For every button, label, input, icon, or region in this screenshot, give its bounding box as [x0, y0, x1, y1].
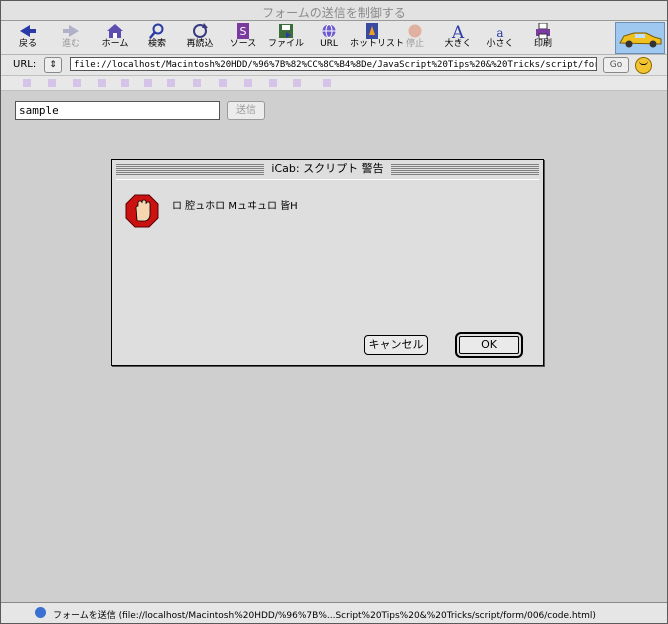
dialog-body: ロ 腔ュホロ Mュヰュロ 皆H キャンセル OK	[116, 179, 539, 362]
search-label: 検索	[147, 39, 166, 49]
title-bar[interactable]: フォームの送信を制御する	[1, 1, 667, 21]
status-bar: フォームを送信 (file://localhost/Macintosh%20HD…	[1, 602, 667, 623]
url-bar: URL: ⇕ file://localhost/Macintosh%20HDD/…	[1, 55, 667, 76]
nav-edit-icon[interactable]	[219, 79, 227, 87]
status-text: フォームを送信 (file://localhost/Macintosh%20HD…	[53, 611, 596, 621]
nav-copyright-icon[interactable]	[269, 79, 277, 87]
printer-icon	[536, 23, 550, 39]
text-smaller-icon: a	[496, 26, 503, 39]
back-arrow-icon	[20, 25, 36, 37]
smaller-label: 小さく	[486, 39, 514, 49]
script-alert-dialog: iCab: スクリプト 警告 ロ 腔ュホロ Mュヰュロ 皆H キャンセル OK	[111, 159, 544, 366]
cancel-button[interactable]: キャンセル	[364, 335, 428, 355]
window-title: フォームの送信を制御する	[262, 6, 406, 20]
nav-help-icon[interactable]	[244, 79, 252, 87]
print-button[interactable]: 印刷	[521, 23, 565, 53]
stop-icon	[408, 24, 422, 38]
navigation-icon-row	[1, 76, 667, 91]
home-button[interactable]: ホーム	[93, 23, 137, 53]
search-icon	[149, 23, 164, 39]
car-logo-icon	[619, 32, 662, 48]
source-icon: S	[237, 23, 249, 39]
nav-bookmark-icon[interactable]	[323, 79, 331, 87]
dialog-title-bar[interactable]: iCab: スクリプト 警告	[116, 162, 539, 176]
svg-text:A: A	[451, 23, 465, 39]
back-label: 戻る	[18, 39, 37, 49]
go-button[interactable]: Go	[603, 57, 629, 73]
file-label: ファイル	[267, 39, 304, 49]
forward-button[interactable]: 進む	[49, 23, 93, 53]
svg-text:S: S	[240, 25, 247, 38]
smaller-button[interactable]: a 小さく	[478, 23, 522, 53]
text-bigger-icon: A	[451, 23, 465, 39]
stop-button[interactable]: 停止	[393, 23, 437, 53]
file-button[interactable]: ファイル	[264, 23, 308, 53]
nav-first-icon[interactable]	[73, 79, 81, 87]
submit-button[interactable]: 送信	[227, 101, 265, 120]
smiley-status-icon[interactable]	[635, 57, 652, 74]
nav-grid-icon[interactable]	[48, 79, 56, 87]
bigger-label: 大きく	[444, 39, 472, 49]
hotlist-label: ホットリスト	[350, 39, 405, 49]
text-field[interactable]: sample	[15, 101, 220, 120]
url-label: URL	[320, 39, 338, 49]
source-button[interactable]: S ソース	[221, 23, 265, 53]
forward-arrow-icon	[63, 25, 79, 37]
url-history-popup[interactable]: ⇕	[44, 57, 62, 73]
nav-last-icon[interactable]	[167, 79, 175, 87]
dialog-title: iCab: スクリプト 警告	[264, 162, 391, 176]
ok-button[interactable]: OK	[455, 332, 523, 358]
hotlist-button[interactable]: ホットリスト	[350, 23, 405, 53]
globe-icon	[322, 24, 336, 38]
icab-logo[interactable]	[615, 22, 665, 54]
nav-previous-icon[interactable]	[98, 79, 106, 87]
nav-back-icon[interactable]	[121, 79, 129, 87]
nav-home-icon[interactable]	[23, 79, 31, 87]
source-label: ソース	[229, 39, 257, 49]
nav-forward-icon[interactable]	[144, 79, 152, 87]
stop-hand-icon	[125, 194, 159, 228]
nav-index-icon[interactable]	[193, 79, 201, 87]
print-label: 印刷	[533, 39, 552, 49]
toolbar: 戻る 進む ホーム 検索 再読込 S ソース ファイル URL ホットリスト 停…	[1, 21, 667, 55]
hotlist-icon	[366, 23, 378, 39]
nav-link-icon[interactable]	[293, 79, 301, 87]
home-label: ホーム	[101, 39, 129, 49]
reload-icon	[193, 23, 208, 38]
browser-window: フォームの送信を制御する 戻る 進む ホーム 検索 再読込 S ソース ファイル…	[0, 0, 668, 624]
home-icon	[107, 24, 123, 38]
back-button[interactable]: 戻る	[6, 23, 50, 53]
save-file-icon	[279, 24, 293, 38]
bigger-button[interactable]: A 大きく	[436, 23, 480, 53]
url-field-label: URL:	[13, 59, 37, 70]
url-input[interactable]: file://localhost/Macintosh%20HDD/%96%7B%…	[70, 57, 597, 71]
svg-text:a: a	[496, 26, 503, 39]
reload-button[interactable]: 再読込	[178, 23, 222, 53]
dialog-message: ロ 腔ュホロ Mュヰュロ 皆H	[172, 201, 298, 212]
stop-label: 停止	[405, 39, 424, 49]
forward-label: 進む	[61, 39, 80, 49]
globe-status-icon	[35, 607, 46, 618]
search-button[interactable]: 検索	[135, 23, 179, 53]
url-button[interactable]: URL	[307, 23, 351, 53]
reload-label: 再読込	[186, 39, 214, 49]
